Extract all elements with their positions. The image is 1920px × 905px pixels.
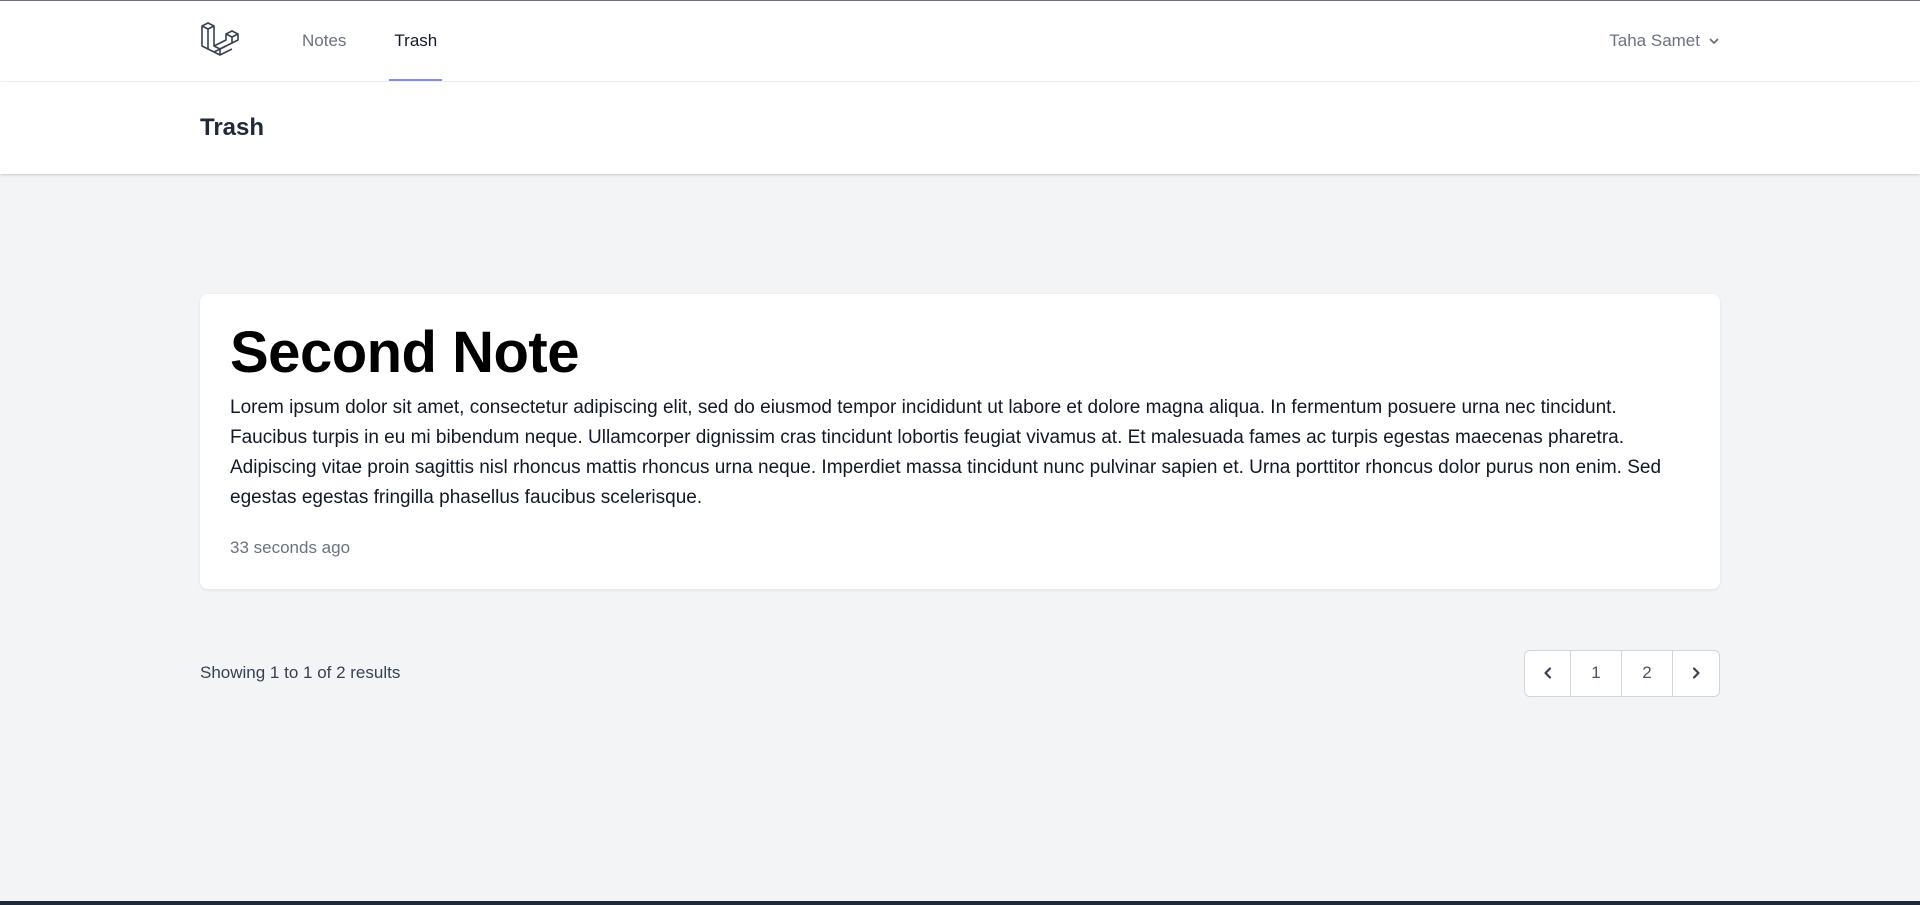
pagination-bar: Showing 1 to 1 of 2 results 1 2 bbox=[200, 649, 1720, 697]
pagination-summary: Showing 1 to 1 of 2 results bbox=[200, 663, 401, 682]
nav-link-trash[interactable]: Trash bbox=[389, 1, 443, 81]
previous-page-button[interactable] bbox=[1525, 650, 1571, 696]
chevron-left-icon bbox=[1543, 667, 1551, 679]
note-card: Second Note Lorem ipsum dolor sit amet, … bbox=[200, 294, 1720, 589]
user-menu-dropdown[interactable]: Taha Samet bbox=[1609, 1, 1720, 81]
top-navigation: Notes Trash Taha Samet bbox=[0, 1, 1920, 82]
app-logo[interactable] bbox=[200, 1, 245, 81]
note-body: Lorem ipsum dolor sit amet, consectetur … bbox=[230, 396, 1662, 508]
page-title: Trash bbox=[200, 114, 265, 141]
laravel-logo-icon bbox=[201, 22, 239, 56]
note-title: Second Note bbox=[230, 320, 580, 385]
page-header: Trash bbox=[0, 82, 1920, 174]
pagination-controls: 1 2 bbox=[1524, 649, 1720, 697]
page-2-button[interactable]: 2 bbox=[1622, 650, 1673, 696]
window-bottom-border bbox=[0, 901, 1920, 905]
chevron-down-icon bbox=[1709, 38, 1719, 44]
page-1-button[interactable]: 1 bbox=[1571, 650, 1622, 696]
note-timestamp: 33 seconds ago bbox=[230, 537, 351, 557]
user-name: Taha Samet bbox=[1609, 31, 1700, 50]
chevron-right-icon bbox=[1692, 667, 1700, 679]
nav-link-notes[interactable]: Notes bbox=[297, 1, 351, 81]
next-page-button[interactable] bbox=[1673, 650, 1719, 696]
